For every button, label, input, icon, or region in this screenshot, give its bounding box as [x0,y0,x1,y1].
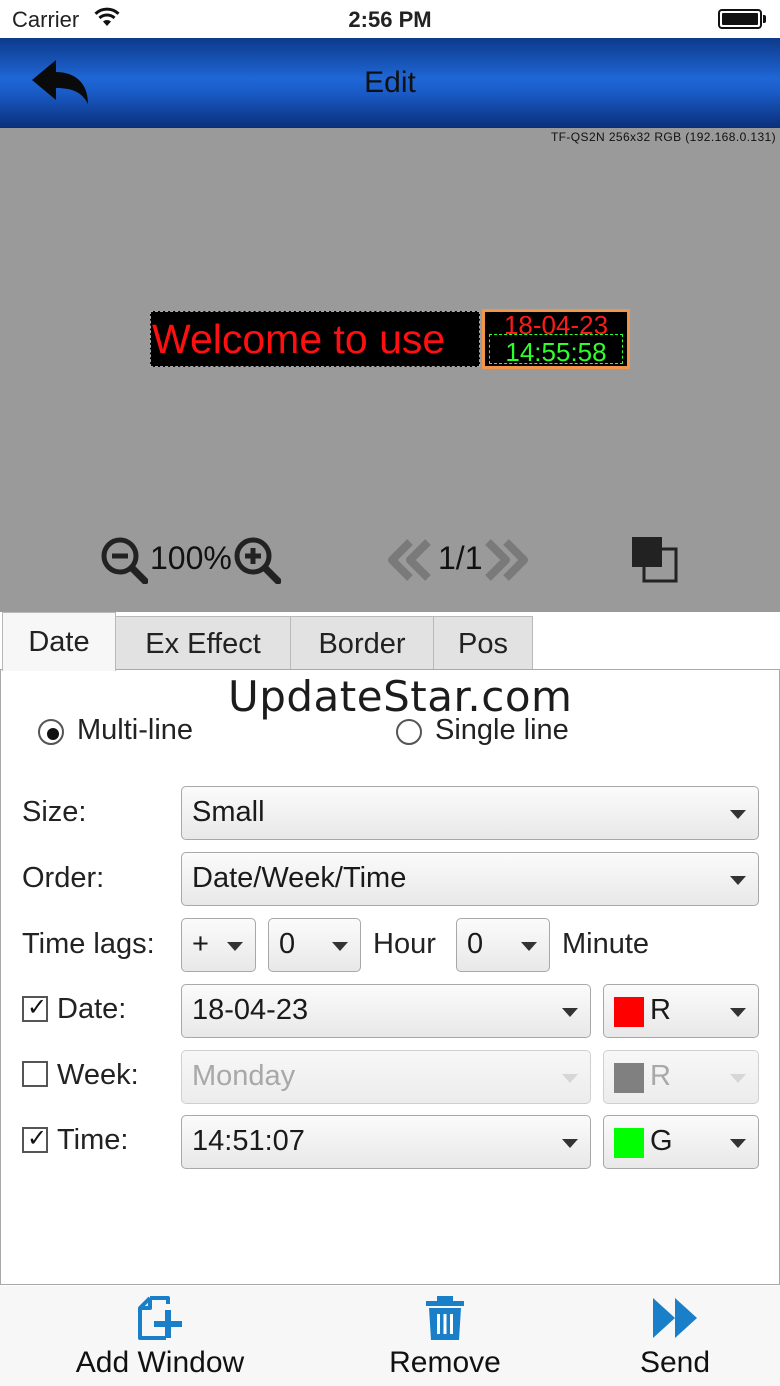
zoom-in-icon[interactable] [233,536,281,584]
size-label: Size: [22,796,87,828]
send-fast-forward-icon [653,1298,697,1338]
minute-select[interactable]: 0 [456,918,550,972]
send-label: Send [639,1346,711,1379]
device-info: TF-QS2N 256x32 RGB (192.168.0.131) [550,130,776,144]
next-page-icon[interactable] [482,538,528,582]
minute-value: 0 [467,928,484,960]
time-format-value: 14:51:07 [192,1125,305,1157]
add-window-icon [138,1296,182,1340]
status-bar: Carrier 2:56 PM [0,0,780,38]
checkmark-icon: ✓ [27,1125,48,1152]
chevron-down-icon [332,942,348,951]
layer-order-icon[interactable] [630,535,678,583]
hour-value: 0 [279,928,296,960]
chevron-down-icon [562,1139,578,1148]
led-preview-canvas: TF-QS2N 256x32 RGB (192.168.0.131) Welco… [0,128,780,612]
tab-pos[interactable]: Pos [433,616,533,670]
week-format-value: Monday [192,1060,296,1092]
bottom-toolbar: Add Window Remove Send [0,1286,780,1386]
prev-page-icon[interactable] [388,538,434,582]
order-value: Date/Week/Time [192,862,407,894]
time-color-value: G [650,1125,673,1157]
send-button[interactable]: Send [620,1286,730,1386]
week-checkbox[interactable] [22,1061,48,1087]
chevron-down-icon [730,810,746,819]
remove-button[interactable]: Remove [370,1286,520,1386]
time-color-select[interactable]: G [603,1115,759,1169]
led-text-window[interactable]: Welcome to use [150,311,480,367]
order-label: Order: [22,862,105,894]
size-value: Small [192,796,265,828]
tab-bar: Date Ex Effect Border Pos [0,612,780,671]
page-title: Edit [364,66,416,99]
minute-label: Minute [562,928,650,960]
trash-icon [426,1296,464,1340]
tab-ex-effect[interactable]: Ex Effect [115,616,291,670]
add-window-label: Add Window [75,1346,245,1379]
chevron-down-icon [730,1139,746,1148]
chevron-down-icon [730,1074,746,1083]
date-format-value: 18-04-23 [192,994,309,1026]
led-time-text: 14:55:58 [505,337,607,367]
week-format-select: Monday [181,1050,591,1104]
page-indicator: 1/1 [438,540,483,576]
grey-swatch [614,1063,644,1093]
chevron-down-icon [562,1008,578,1017]
zoom-out-icon[interactable] [100,536,148,584]
time-label: Time: [57,1124,129,1156]
date-format-select[interactable]: 18-04-23 [181,984,591,1038]
time-format-select[interactable]: 14:51:07 [181,1115,591,1169]
led-clock-window[interactable]: 18-04-23 14:55:58 [482,309,630,369]
date-checkbox[interactable]: ✓ [22,994,48,1022]
tab-border[interactable]: Border [290,616,434,670]
status-time: 2:56 PM [348,7,432,32]
green-swatch [614,1128,644,1158]
red-swatch [614,997,644,1027]
hour-label: Hour [373,928,436,960]
size-select[interactable]: Small [181,786,759,840]
order-select[interactable]: Date/Week/Time [181,852,759,906]
zoom-level: 100% [150,540,232,576]
add-window-button[interactable]: Add Window [60,1286,260,1386]
timelags-label: Time lags: [22,928,155,960]
chevron-down-icon [730,876,746,885]
remove-label: Remove [389,1346,501,1379]
battery-icon [718,9,766,29]
checkmark-icon: ✓ [27,994,48,1021]
tab-date[interactable]: Date [2,612,116,671]
date-settings-panel [0,669,780,1285]
sign-select[interactable]: + [181,918,256,972]
chevron-down-icon [521,942,537,951]
sign-value: + [192,928,209,960]
time-checkbox[interactable]: ✓ [22,1125,48,1153]
nav-bar: Edit [0,38,780,128]
singleline-label: Single line [435,714,569,746]
date-label: Date: [57,993,127,1025]
chevron-down-icon [562,1074,578,1083]
chevron-down-icon [227,942,243,951]
date-color-select[interactable]: R [603,984,759,1038]
chevron-down-icon [730,1008,746,1017]
week-color-value: R [650,1060,671,1092]
multiline-label: Multi-line [77,714,194,746]
week-color-select: R [603,1050,759,1104]
week-label: Week: [57,1059,139,1091]
hour-select[interactable]: 0 [268,918,361,972]
date-color-value: R [650,994,671,1026]
